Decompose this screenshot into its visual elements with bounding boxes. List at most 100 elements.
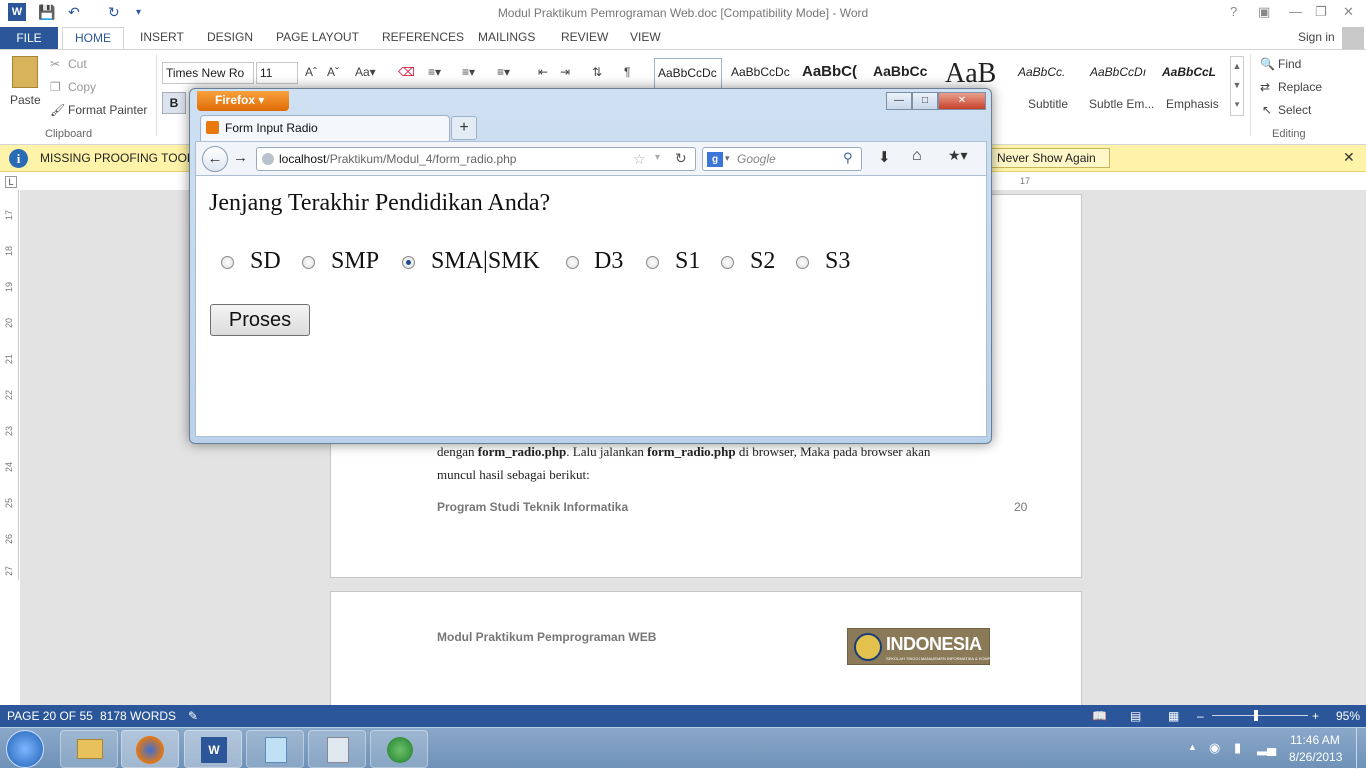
tab-design[interactable]: DESIGN [207,30,253,44]
font-name-select[interactable]: Times New Ro [162,62,254,84]
tab-file[interactable]: FILE [0,27,58,49]
bold-button[interactable]: B [162,92,186,114]
word-count[interactable]: 8178 WORDS [100,709,176,723]
minimize-icon[interactable]: — [886,92,912,110]
radio-s2[interactable] [721,256,734,269]
search-icon[interactable]: ⚲ [843,150,853,166]
new-tab-button[interactable]: + [451,116,477,140]
replace-button[interactable]: Replace [1278,80,1322,94]
show-hidden-icons[interactable]: ▲ [1188,742,1197,752]
explorer-taskbar-icon[interactable] [60,730,118,768]
network-status-icon[interactable]: ◉ [1209,740,1220,756]
radio-sd[interactable] [221,256,234,269]
clock-time[interactable]: 11:46 AM [1290,733,1340,747]
copy-button[interactable]: Copy [68,80,96,94]
zoom-slider-thumb[interactable] [1254,710,1258,721]
find-button[interactable]: Find [1278,57,1301,71]
pilcrow-icon[interactable]: ¶ [624,65,630,79]
notepad-taskbar-icon[interactable] [246,730,304,768]
select-button[interactable]: Select [1278,103,1311,117]
radio-d3[interactable] [566,256,579,269]
tab-view[interactable]: VIEW [630,30,661,44]
bookmarks-menu-icon[interactable]: ★▾ [948,147,968,164]
browser-tab[interactable]: Form Input Radio [200,115,450,141]
ribbon-display-options-icon[interactable]: ▣ [1258,4,1270,20]
style-normal[interactable]: AaBbCcDc [654,58,722,90]
history-dropdown-icon[interactable]: ▾ [655,152,660,163]
avatar[interactable] [1342,27,1364,49]
format-painter-button[interactable]: Format Painter [68,103,147,117]
paste-icon[interactable] [12,56,38,88]
close-icon[interactable]: ✕ [1343,4,1354,20]
radio-s1[interactable] [646,256,659,269]
zoom-out-icon[interactable]: – [1197,709,1204,723]
url-bar[interactable]: localhost/Praktikum/Modul_4/form_radio.p… [256,147,696,171]
downloads-icon[interactable]: ⬇ [878,148,891,166]
style-subtle-emphasis[interactable]: AaBbCcDı [1090,58,1156,90]
battery-icon[interactable]: ▮ [1234,740,1241,756]
forward-button[interactable]: → [233,149,248,166]
back-button[interactable]: ← [202,146,228,172]
download-manager-taskbar-icon[interactable] [370,730,428,768]
firefox-window[interactable]: Firefox ▾ — □ ✕ Form Input Radio + ← → l… [189,88,992,444]
paste-button[interactable]: Paste [10,93,41,107]
firefox-menu-button[interactable]: Firefox ▾ [197,91,289,111]
home-icon[interactable]: ⌂ [912,147,922,165]
tab-review[interactable]: REVIEW [561,30,608,44]
close-icon[interactable]: ✕ [1343,149,1355,166]
restore-icon[interactable]: ❐ [1315,4,1327,20]
style-title[interactable]: AaB [945,58,1009,90]
bullets-icon[interactable]: ≡▾ [428,65,441,79]
firefox-taskbar-icon[interactable] [121,730,179,768]
radio-sma-smk[interactable] [402,256,415,269]
tab-home[interactable]: HOME [62,27,124,50]
tab-insert[interactable]: INSERT [140,30,184,44]
zoom-level[interactable]: 95% [1336,709,1360,723]
print-layout-icon[interactable]: ▤ [1130,709,1141,723]
clear-formatting-icon[interactable]: ⌫ [398,65,415,79]
help-button[interactable]: ? [1230,4,1237,19]
multilevel-list-icon[interactable]: ≡▾ [497,65,510,79]
show-desktop-button[interactable] [1356,728,1366,769]
cut-button[interactable]: Cut [68,57,87,71]
search-engine-dropdown-icon[interactable]: ▾ [725,153,730,164]
zoom-slider[interactable] [1212,715,1308,716]
signal-icon[interactable]: ▂▄ [1257,740,1276,756]
style-heading-2[interactable]: AaBbCc [873,58,939,90]
read-mode-icon[interactable]: 📖 [1092,709,1107,723]
style-no-spacing[interactable]: AaBbCcDc [728,58,796,90]
tab-selector[interactable]: L [5,176,17,188]
start-button[interactable] [6,730,44,768]
proofing-icon[interactable]: ✎ [188,709,198,723]
tab-mailings[interactable]: MAILINGS [478,30,535,44]
proses-button[interactable]: Proses [210,304,310,336]
font-size-select[interactable]: 11 [256,62,298,84]
style-emphasis[interactable]: AaBbCcL [1162,58,1228,90]
bookmark-star-icon[interactable]: ☆ [633,151,646,168]
page-count[interactable]: PAGE 20 OF 55 [7,709,93,723]
radio-s3[interactable] [796,256,809,269]
increase-indent-icon[interactable]: ⇥ [560,65,570,79]
site-identity-icon[interactable] [262,153,274,165]
word-taskbar-icon[interactable]: W [184,730,242,768]
shrink-font-icon[interactable]: Aˇ [327,65,339,79]
decrease-indent-icon[interactable]: ⇤ [538,65,548,79]
editor-taskbar-icon[interactable] [308,730,366,768]
clock-date[interactable]: 8/26/2013 [1289,750,1342,764]
sort-icon[interactable]: ⇅ [592,65,602,79]
tab-references[interactable]: REFERENCES [382,30,464,44]
style-subtitle[interactable]: AaBbCc. [1018,58,1084,90]
document-page[interactable]: Modul Praktikum Pemprograman WEB INDONES… [330,591,1082,705]
change-case-icon[interactable]: Aa▾ [355,65,376,79]
close-icon[interactable]: ✕ [938,92,986,110]
tab-page-layout[interactable]: PAGE LAYOUT [276,30,359,44]
radio-smp[interactable] [302,256,315,269]
style-heading-1[interactable]: AaBbC( [802,58,864,90]
never-show-again-button[interactable]: Never Show Again [990,148,1110,168]
search-input[interactable]: g ▾ Google ⚲ [702,147,862,171]
minimize-icon[interactable]: — [1289,4,1302,19]
sign-in-link[interactable]: Sign in [1298,30,1335,44]
google-icon[interactable]: g [707,152,723,167]
styles-scroll[interactable]: ▲ ▼ ▾ [1230,56,1244,116]
reload-icon[interactable]: ↻ [675,150,687,167]
